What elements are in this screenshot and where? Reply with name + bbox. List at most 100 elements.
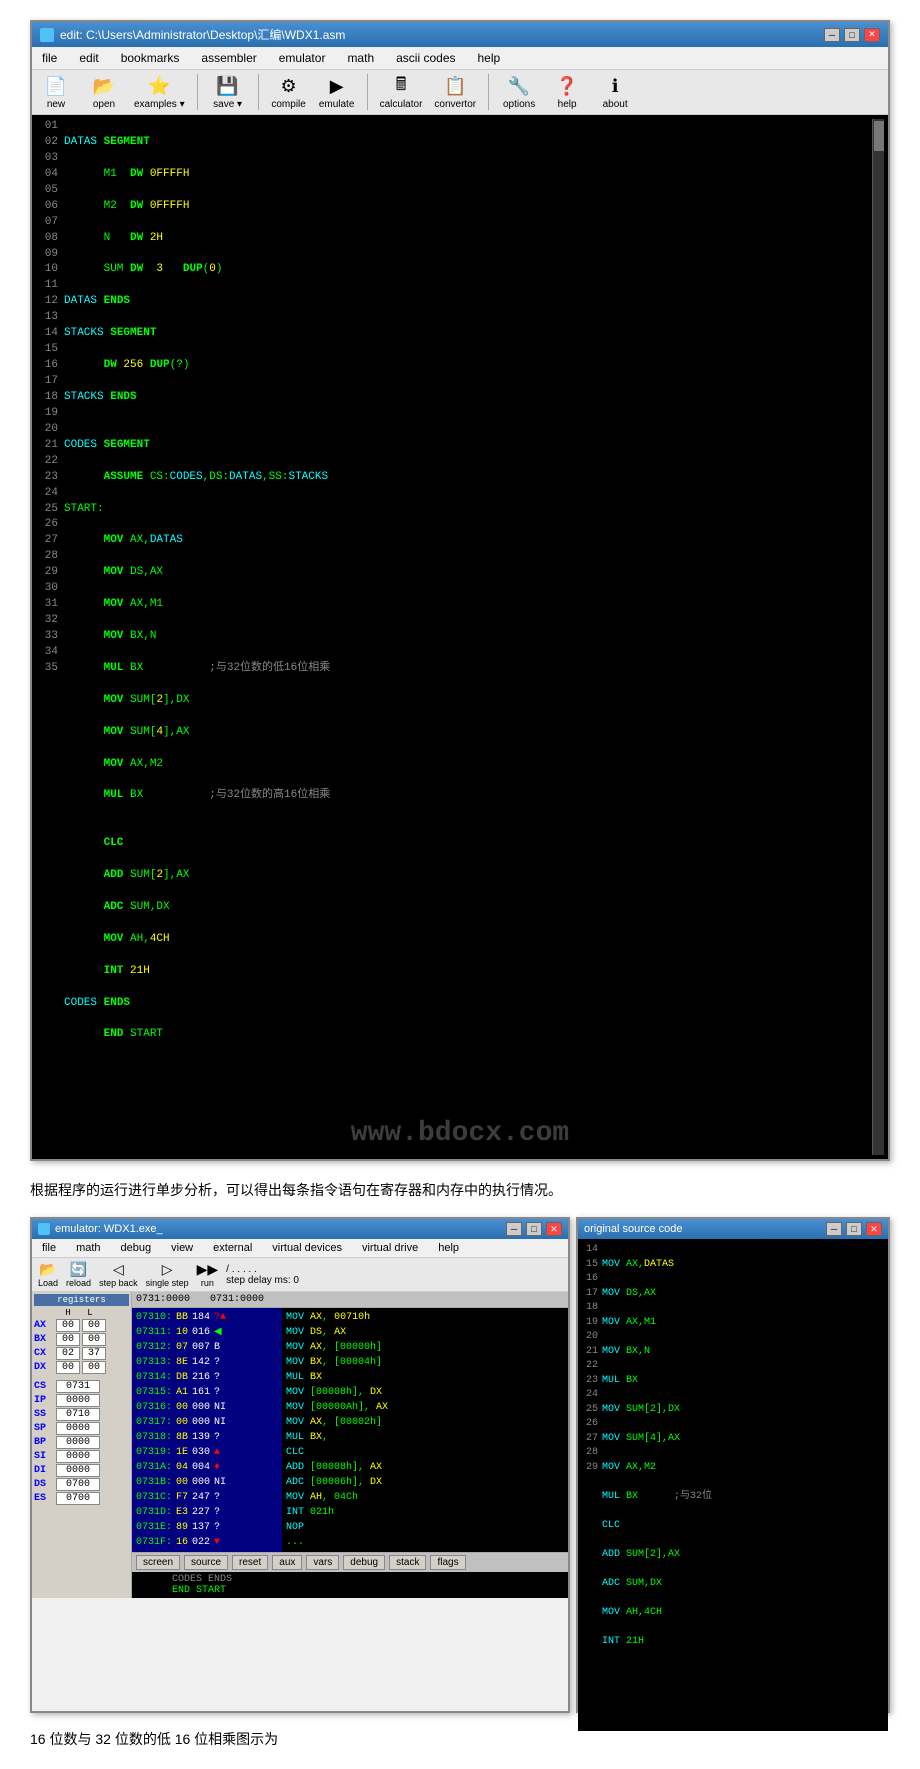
reg-dx-h: 00 — [56, 1361, 80, 1374]
reg-cs-val: 0731 — [56, 1380, 100, 1393]
tab-screen-button[interactable]: screen — [136, 1555, 180, 1570]
reg-ax-name: AX — [34, 1320, 54, 1331]
editor-scrollbar[interactable] — [872, 119, 884, 1155]
new-icon: 📄 — [42, 75, 70, 99]
menu-math[interactable]: math — [341, 49, 380, 67]
toolbar-save-label: save ▾ — [213, 99, 242, 110]
emu-menu-math[interactable]: math — [70, 1240, 106, 1256]
reg-cs-name: CS — [34, 1381, 54, 1392]
emu-reload-button[interactable]: 🔄 reload — [66, 1261, 91, 1288]
toolbar-examples-label: examples ▾ — [134, 99, 185, 110]
menu-help[interactable]: help — [472, 49, 507, 67]
hex-line: 07311:10 016 ◀ — [136, 1325, 278, 1340]
toolbar-emulate-button[interactable]: ▶ emulate — [319, 75, 355, 110]
hex-line: 07312:07 007 B — [136, 1340, 278, 1355]
toolbar-about-button[interactable]: ℹ about — [597, 75, 633, 110]
emu-restore-button[interactable]: □ — [526, 1222, 542, 1236]
tab-source-button[interactable]: source — [184, 1555, 228, 1570]
tab-flags-button[interactable]: flags — [430, 1555, 465, 1570]
source-window: original source code ─ □ ✕ 14151617 1819… — [576, 1217, 890, 1713]
scroll-thumb[interactable] — [874, 121, 884, 151]
editor-titlebar: edit: C:\Users\Administrator\Desktop\汇编\… — [32, 22, 888, 47]
menu-bookmarks[interactable]: bookmarks — [115, 49, 186, 67]
hex-line: 07317:00 000 NI — [136, 1415, 278, 1430]
src-restore-button[interactable]: □ — [846, 1222, 862, 1236]
emu-menu-debug[interactable]: debug — [115, 1240, 158, 1256]
reg-bx-h: 00 — [56, 1333, 80, 1346]
options-icon: 🔧 — [505, 75, 533, 99]
reg-di: DI 0000 — [34, 1464, 129, 1477]
tab-reset-button[interactable]: reset — [232, 1555, 268, 1570]
tab-debug-button[interactable]: debug — [343, 1555, 385, 1570]
reg-bx-name: BX — [34, 1334, 54, 1345]
toolbar-convertor-button[interactable]: 📋 convertor — [434, 75, 476, 110]
reg-es: ES 0700 — [34, 1492, 129, 1505]
toolbar-sep1 — [197, 74, 198, 110]
emu-stepback-button[interactable]: ◁ step back — [99, 1261, 138, 1288]
menu-file[interactable]: file — [36, 49, 63, 67]
toolbar-calculator-button[interactable]: 🖩 calculator — [380, 75, 423, 110]
reg-cs: CS 0731 — [34, 1380, 129, 1393]
toolbar-compile-label: compile — [271, 99, 305, 110]
src-close-button[interactable]: ✕ — [866, 1222, 882, 1236]
toolbar-compile-button[interactable]: ⚙ compile — [271, 75, 307, 110]
menu-edit[interactable]: edit — [73, 49, 104, 67]
editor-window: edit: C:\Users\Administrator\Desktop\汇编\… — [30, 20, 890, 1161]
code-content[interactable]: DATAS SEGMENT M1 DW 0FFFFH M2 DW 0FFFFH … — [64, 119, 872, 1155]
reg-ip-name: IP — [34, 1395, 54, 1406]
emu-menubar: file math debug view external virtual de… — [32, 1239, 568, 1258]
emu-singlestep-button[interactable]: ▷ single step — [146, 1261, 189, 1288]
editor-window-controls: ─ □ ✕ — [824, 28, 880, 42]
emu-window-controls: ─ □ ✕ — [506, 1222, 562, 1236]
src-line-nums: 14151617 18192021 22232425 26272829 — [582, 1243, 602, 1727]
emu-menu-file[interactable]: file — [36, 1240, 62, 1256]
tab-vars-button[interactable]: vars — [306, 1555, 339, 1570]
emu-minimize-button[interactable]: ─ — [506, 1222, 522, 1236]
reg-ss-name: SS — [34, 1409, 54, 1420]
emu-menu-view[interactable]: view — [165, 1240, 199, 1256]
emu-code-area: 0731:0000 0731:0000 07310:BB 184 ?▲ 0731… — [132, 1292, 568, 1598]
toolbar-options-button[interactable]: 🔧 options — [501, 75, 537, 110]
reg-ax-l: 00 — [82, 1319, 106, 1332]
hex-line: 0731D:E3 227 ? — [136, 1505, 278, 1520]
reg-bx: BX 00 00 — [34, 1333, 129, 1346]
editor-title-group: edit: C:\Users\Administrator\Desktop\汇编\… — [40, 26, 345, 43]
emu-menu-help[interactable]: help — [432, 1240, 465, 1256]
toolbar-new-button[interactable]: 📄 new — [38, 75, 74, 110]
emulate-icon: ▶ — [323, 75, 351, 99]
minimize-button[interactable]: ─ — [824, 28, 840, 42]
reg-sp: SP 0000 — [34, 1422, 129, 1435]
emu-run-button[interactable]: ▶▶ run — [197, 1261, 219, 1288]
menu-assembler[interactable]: assembler — [195, 49, 262, 67]
close-button[interactable]: ✕ — [864, 28, 880, 42]
emu-hex-panel: 07310:BB 184 ?▲ 07311:10 016 ◀ 07312:07 … — [132, 1308, 282, 1552]
emu-title-text: emulator: WDX1.exe_ — [55, 1223, 163, 1235]
toolbar-save-button[interactable]: 💾 save ▾ — [210, 75, 246, 110]
editor-icon — [40, 28, 54, 42]
reg-ax: AX 00 00 — [34, 1319, 129, 1332]
paragraph1: 根据程序的运行进行单步分析，可以得出每条指令语句在寄存器和内存中的执行情况。 — [30, 1179, 890, 1201]
emu-titlebar: emulator: WDX1.exe_ ─ □ ✕ — [32, 1219, 568, 1239]
hex-line: 0731C:F7 247 ? — [136, 1490, 278, 1505]
reg-ax-h: 00 — [56, 1319, 80, 1332]
convertor-icon: 📋 — [441, 75, 469, 99]
src-titlebar: original source code ─ □ ✕ — [578, 1219, 888, 1239]
emu-menu-virtual-drive[interactable]: virtual drive — [356, 1240, 424, 1256]
menu-emulator[interactable]: emulator — [273, 49, 332, 67]
emu-load-button[interactable]: 📂 Load — [38, 1261, 58, 1288]
editor-code-area: 0102030405 0607080910 1112131415 1617181… — [32, 115, 888, 1159]
reg-ss-val: 0710 — [56, 1408, 100, 1421]
tab-aux-button[interactable]: aux — [272, 1555, 302, 1570]
reg-cx: CX 02 37 — [34, 1347, 129, 1360]
toolbar-help-button[interactable]: ❓ help — [549, 75, 585, 110]
emu-menu-external[interactable]: external — [207, 1240, 258, 1256]
toolbar-open-button[interactable]: 📂 open — [86, 75, 122, 110]
tab-stack-button[interactable]: stack — [389, 1555, 426, 1570]
src-minimize-button[interactable]: ─ — [826, 1222, 842, 1236]
restore-button[interactable]: □ — [844, 28, 860, 42]
menu-ascii-codes[interactable]: ascii codes — [390, 49, 461, 67]
toolbar-examples-button[interactable]: ⭐ examples ▾ — [134, 75, 185, 110]
reg-bp: BP 0000 — [34, 1436, 129, 1449]
emu-menu-virtual-devices[interactable]: virtual devices — [266, 1240, 348, 1256]
emu-close-button[interactable]: ✕ — [546, 1222, 562, 1236]
